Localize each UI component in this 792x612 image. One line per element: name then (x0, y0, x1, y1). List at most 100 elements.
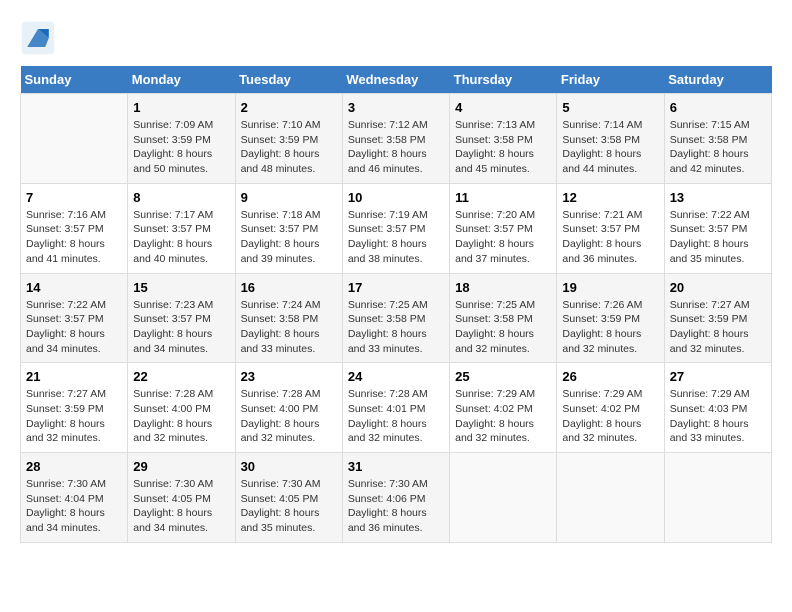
logo-icon (20, 20, 56, 56)
calendar-cell (450, 453, 557, 543)
day-info: Sunrise: 7:23 AM Sunset: 3:57 PM Dayligh… (133, 298, 229, 357)
calendar-cell: 10 Sunrise: 7:19 AM Sunset: 3:57 PM Dayli… (342, 183, 449, 273)
day-info: Sunrise: 7:26 AM Sunset: 3:59 PM Dayligh… (562, 298, 658, 357)
day-info: Sunrise: 7:16 AM Sunset: 3:57 PM Dayligh… (26, 208, 122, 267)
calendar-cell (557, 453, 664, 543)
day-info: Sunrise: 7:13 AM Sunset: 3:58 PM Dayligh… (455, 118, 551, 177)
calendar-cell: 14Sunrise: 7:22 AM Sunset: 3:57 PM Dayli… (21, 273, 128, 363)
day-info: Sunrise: 7:14 AM Sunset: 3:58 PM Dayligh… (562, 118, 658, 177)
calendar-cell: 20 Sunrise: 7:27 AM Sunset: 3:59 PM Dayli… (664, 273, 771, 363)
day-info: Sunrise: 7:22 AM Sunset: 3:57 PM Dayligh… (670, 208, 766, 267)
calendar-week-row: 21 Sunrise: 7:27 AM Sunset: 3:59 PM Dayli… (21, 363, 772, 453)
calendar-cell: 22Sunrise: 7:28 AM Sunset: 4:00 PM Dayli… (128, 363, 235, 453)
calendar-cell: 16 Sunrise: 7:24 AM Sunset: 3:58 PM Dayli… (235, 273, 342, 363)
calendar-cell: 4 Sunrise: 7:13 AM Sunset: 3:58 PM Daylig… (450, 94, 557, 184)
day-number: 6 (670, 100, 766, 115)
day-number: 7 (26, 190, 122, 205)
day-number: 26 (562, 369, 658, 384)
day-number: 10 (348, 190, 444, 205)
calendar-cell: 29 Sunrise: 7:30 AM Sunset: 4:05 PM Dayli… (128, 453, 235, 543)
calendar-cell: 1 Sunrise: 7:09 AM Sunset: 3:59 PM Daylig… (128, 94, 235, 184)
day-number: 27 (670, 369, 766, 384)
calendar-cell: 5 Sunrise: 7:14 AM Sunset: 3:58 PM Daylig… (557, 94, 664, 184)
calendar-cell: 11Sunrise: 7:20 AM Sunset: 3:57 PM Dayli… (450, 183, 557, 273)
day-info: Sunrise: 7:09 AM Sunset: 3:59 PM Dayligh… (133, 118, 229, 177)
calendar-cell: 9Sunrise: 7:18 AM Sunset: 3:57 PM Daylig… (235, 183, 342, 273)
calendar-week-row: 7 Sunrise: 7:16 AM Sunset: 3:57 PM Daylig… (21, 183, 772, 273)
calendar-cell: 8 Sunrise: 7:17 AM Sunset: 3:57 PM Daylig… (128, 183, 235, 273)
calendar-week-row: 28 Sunrise: 7:30 AM Sunset: 4:04 PM Dayli… (21, 453, 772, 543)
calendar-cell: 24Sunrise: 7:28 AM Sunset: 4:01 PM Dayli… (342, 363, 449, 453)
day-info: Sunrise: 7:30 AM Sunset: 4:05 PM Dayligh… (133, 477, 229, 536)
day-number: 23 (241, 369, 337, 384)
calendar-cell: 3 Sunrise: 7:12 AM Sunset: 3:58 PM Daylig… (342, 94, 449, 184)
day-info: Sunrise: 7:12 AM Sunset: 3:58 PM Dayligh… (348, 118, 444, 177)
day-number: 13 (670, 190, 766, 205)
day-number: 15 (133, 280, 229, 295)
day-number: 2 (241, 100, 337, 115)
day-number: 21 (26, 369, 122, 384)
day-info: Sunrise: 7:29 AM Sunset: 4:02 PM Dayligh… (562, 387, 658, 446)
calendar-cell: 21 Sunrise: 7:27 AM Sunset: 3:59 PM Dayli… (21, 363, 128, 453)
calendar-cell: 7 Sunrise: 7:16 AM Sunset: 3:57 PM Daylig… (21, 183, 128, 273)
day-info: Sunrise: 7:25 AM Sunset: 3:58 PM Dayligh… (348, 298, 444, 357)
header-day-saturday: Saturday (664, 66, 771, 94)
day-number: 16 (241, 280, 337, 295)
calendar-cell: 6 Sunrise: 7:15 AM Sunset: 3:58 PM Daylig… (664, 94, 771, 184)
calendar-cell: 23 Sunrise: 7:28 AM Sunset: 4:00 PM Dayli… (235, 363, 342, 453)
calendar-cell: 17 Sunrise: 7:25 AM Sunset: 3:58 PM Dayli… (342, 273, 449, 363)
day-info: Sunrise: 7:20 AM Sunset: 3:57 PM Dayligh… (455, 208, 551, 267)
header-day-wednesday: Wednesday (342, 66, 449, 94)
header-day-friday: Friday (557, 66, 664, 94)
day-info: Sunrise: 7:27 AM Sunset: 3:59 PM Dayligh… (26, 387, 122, 446)
calendar-cell: 30Sunrise: 7:30 AM Sunset: 4:05 PM Dayli… (235, 453, 342, 543)
day-info: Sunrise: 7:15 AM Sunset: 3:58 PM Dayligh… (670, 118, 766, 177)
day-number: 5 (562, 100, 658, 115)
day-info: Sunrise: 7:25 AM Sunset: 3:58 PM Dayligh… (455, 298, 551, 357)
day-number: 8 (133, 190, 229, 205)
day-info: Sunrise: 7:28 AM Sunset: 4:01 PM Dayligh… (348, 387, 444, 446)
calendar-cell (21, 94, 128, 184)
day-info: Sunrise: 7:29 AM Sunset: 4:03 PM Dayligh… (670, 387, 766, 446)
calendar-cell: 2 Sunrise: 7:10 AM Sunset: 3:59 PM Daylig… (235, 94, 342, 184)
calendar-cell: 15 Sunrise: 7:23 AM Sunset: 3:57 PM Dayli… (128, 273, 235, 363)
day-info: Sunrise: 7:30 AM Sunset: 4:06 PM Dayligh… (348, 477, 444, 536)
header-day-monday: Monday (128, 66, 235, 94)
day-info: Sunrise: 7:27 AM Sunset: 3:59 PM Dayligh… (670, 298, 766, 357)
calendar-cell: 12Sunrise: 7:21 AM Sunset: 3:57 PM Dayli… (557, 183, 664, 273)
day-number: 9 (241, 190, 337, 205)
day-number: 19 (562, 280, 658, 295)
day-number: 14 (26, 280, 122, 295)
calendar-cell: 28 Sunrise: 7:30 AM Sunset: 4:04 PM Dayli… (21, 453, 128, 543)
header-day-sunday: Sunday (21, 66, 128, 94)
day-number: 25 (455, 369, 551, 384)
day-info: Sunrise: 7:30 AM Sunset: 4:04 PM Dayligh… (26, 477, 122, 536)
page-header (20, 20, 772, 56)
day-info: Sunrise: 7:29 AM Sunset: 4:02 PM Dayligh… (455, 387, 551, 446)
day-number: 3 (348, 100, 444, 115)
day-number: 28 (26, 459, 122, 474)
day-info: Sunrise: 7:30 AM Sunset: 4:05 PM Dayligh… (241, 477, 337, 536)
day-number: 4 (455, 100, 551, 115)
day-number: 31 (348, 459, 444, 474)
calendar-cell (664, 453, 771, 543)
calendar-week-row: 14Sunrise: 7:22 AM Sunset: 3:57 PM Dayli… (21, 273, 772, 363)
day-number: 22 (133, 369, 229, 384)
header-day-tuesday: Tuesday (235, 66, 342, 94)
header-day-thursday: Thursday (450, 66, 557, 94)
day-info: Sunrise: 7:28 AM Sunset: 4:00 PM Dayligh… (241, 387, 337, 446)
calendar-table: SundayMondayTuesdayWednesdayThursdayFrid… (20, 66, 772, 543)
day-info: Sunrise: 7:21 AM Sunset: 3:57 PM Dayligh… (562, 208, 658, 267)
calendar-header-row: SundayMondayTuesdayWednesdayThursdayFrid… (21, 66, 772, 94)
day-info: Sunrise: 7:17 AM Sunset: 3:57 PM Dayligh… (133, 208, 229, 267)
calendar-cell: 31 Sunrise: 7:30 AM Sunset: 4:06 PM Dayli… (342, 453, 449, 543)
day-info: Sunrise: 7:19 AM Sunset: 3:57 PM Dayligh… (348, 208, 444, 267)
day-info: Sunrise: 7:24 AM Sunset: 3:58 PM Dayligh… (241, 298, 337, 357)
day-number: 1 (133, 100, 229, 115)
day-number: 20 (670, 280, 766, 295)
day-number: 18 (455, 280, 551, 295)
day-number: 17 (348, 280, 444, 295)
day-info: Sunrise: 7:10 AM Sunset: 3:59 PM Dayligh… (241, 118, 337, 177)
calendar-cell: 25 Sunrise: 7:29 AM Sunset: 4:02 PM Dayli… (450, 363, 557, 453)
day-number: 29 (133, 459, 229, 474)
